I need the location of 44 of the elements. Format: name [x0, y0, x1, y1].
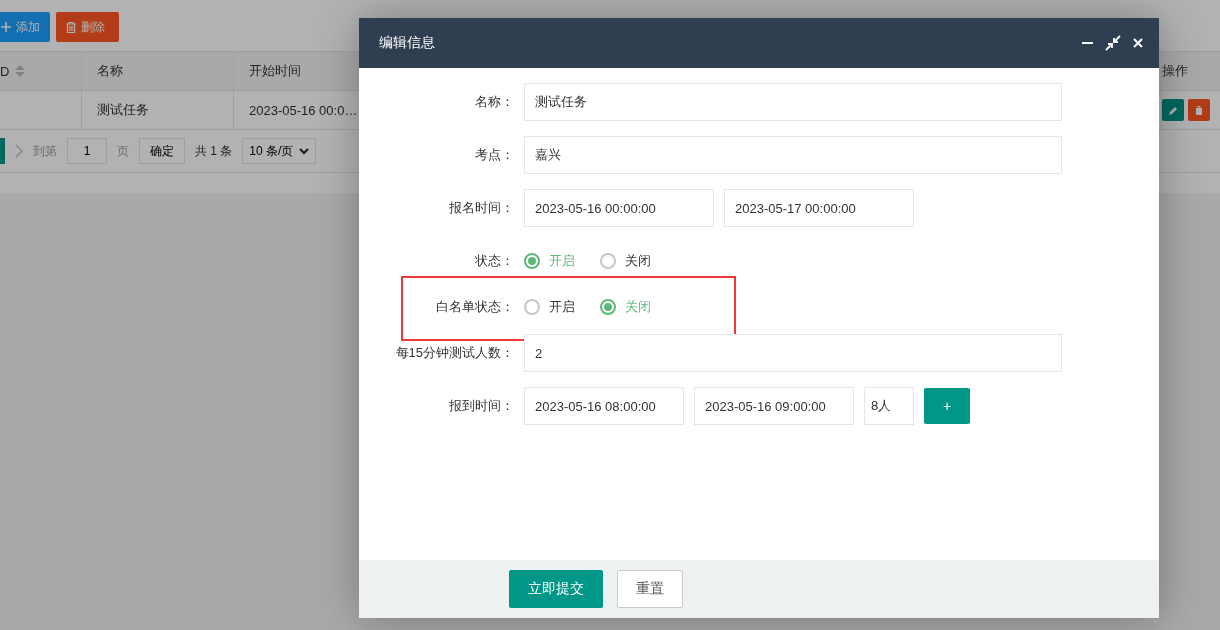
page-size-select[interactable]: 10 条/页	[242, 138, 317, 164]
field-label: 白名单状态：	[435, 298, 514, 316]
plus-icon	[1, 22, 11, 32]
delete-button[interactable]	[1188, 99, 1210, 121]
table-cell: 2023-05-16 00:0…	[249, 102, 358, 118]
goto-label: 到第	[33, 142, 57, 160]
field-label: 状态：	[474, 252, 514, 270]
text-field[interactable]: 测试任务	[524, 83, 1062, 121]
column-header: 操作	[1162, 62, 1188, 80]
field-label: 考点：	[474, 146, 514, 164]
column-header: 开始时间	[249, 62, 301, 80]
field-label: 名称：	[474, 93, 514, 111]
table-cell: 测试任务	[97, 101, 149, 119]
sort-icon[interactable]	[15, 65, 26, 77]
close-icon[interactable]	[1133, 38, 1143, 48]
field-label: 每15分钟测试人数：	[394, 344, 514, 362]
time-field[interactable]: 2023-05-16 09:00:00	[694, 387, 854, 425]
restore-icon[interactable]	[1105, 35, 1121, 51]
pencil-icon	[1168, 105, 1178, 115]
chevron-down-icon	[299, 147, 310, 155]
count-field[interactable]: 8人	[864, 387, 914, 425]
time-field[interactable]: 2023-05-16 08:00:00	[524, 387, 684, 425]
date-field[interactable]: 2023-05-16 00:00:00	[524, 189, 714, 227]
column-header: D	[0, 63, 10, 79]
reset-button[interactable]: 重置	[617, 570, 683, 608]
trash-icon	[66, 21, 76, 33]
trash-icon	[1195, 105, 1203, 115]
add-button[interactable]: +	[924, 388, 970, 424]
field-label: 报到时间：	[448, 397, 514, 415]
column-header: 名称	[97, 62, 123, 80]
text-field[interactable]: 嘉兴	[524, 136, 1062, 174]
confirm-button[interactable]: 确定	[139, 138, 185, 164]
submit-button[interactable]: 立即提交	[509, 570, 603, 608]
next-page-icon[interactable]	[15, 144, 23, 158]
edit-button[interactable]	[1162, 99, 1184, 121]
page-unit-label: 页	[117, 142, 129, 160]
total-count: 共 1 条	[195, 142, 233, 160]
dialog-title: 编辑信息	[379, 34, 435, 52]
date-field[interactable]: 2023-05-17 00:00:00	[724, 189, 914, 227]
text-field[interactable]: 2	[524, 334, 1062, 372]
radio-option[interactable]: 关闭	[600, 252, 651, 270]
radio-option[interactable]: 开启	[524, 298, 575, 316]
field-label: 报名时间：	[448, 199, 514, 217]
page-input[interactable]: 1	[67, 138, 107, 164]
